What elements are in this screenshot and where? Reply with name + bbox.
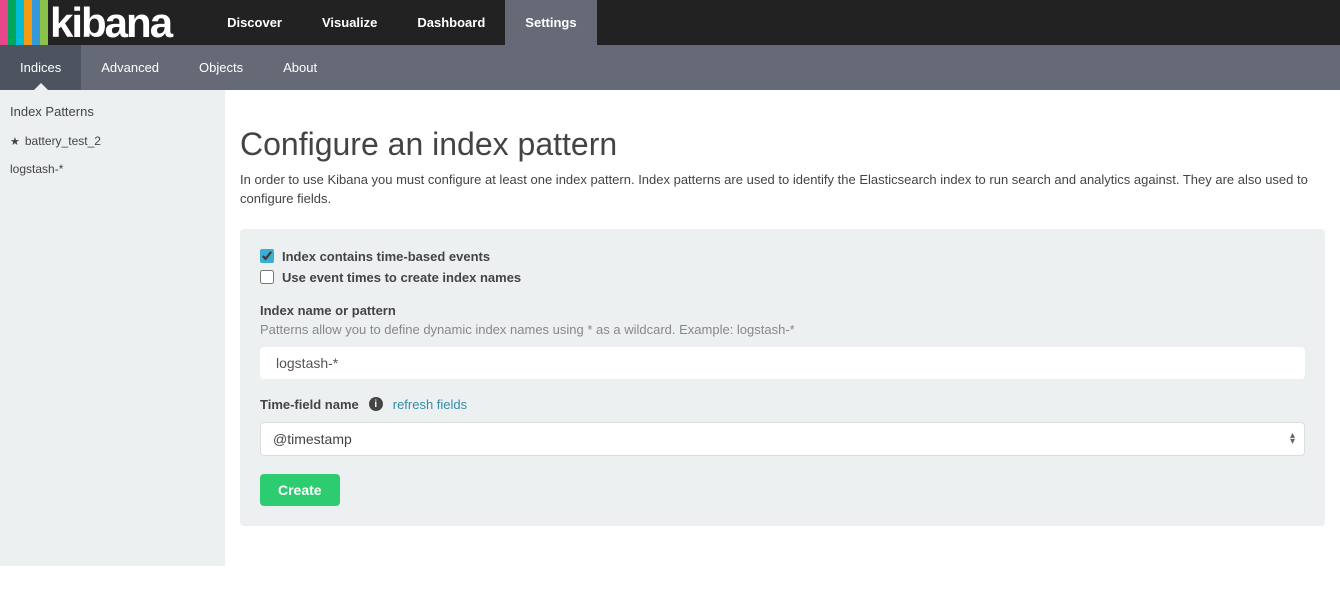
sidebar-item-label: battery_test_2 [25,134,101,148]
logo-bars [0,0,48,45]
subnav-item-indices[interactable]: Indices [0,45,81,90]
indexname-hint: Patterns allow you to define dynamic ind… [260,322,1305,337]
refresh-fields-link[interactable]: refresh fields [393,397,467,412]
top-nav: kibana DiscoverVisualizeDashboardSetting… [0,0,1340,45]
indexname-input[interactable] [260,347,1305,379]
eventtimes-label: Use event times to create index names [282,270,521,285]
topnav-item-settings[interactable]: Settings [505,0,596,45]
sub-nav: IndicesAdvancedObjectsAbout [0,45,1340,90]
sidebar-item[interactable]: ★ battery_test_2 [0,127,225,155]
timebased-checkbox[interactable] [260,249,274,263]
eventtimes-checkbox[interactable] [260,270,274,284]
indexname-label: Index name or pattern [260,303,1305,318]
star-icon: ★ [10,135,20,148]
topnav-item-visualize[interactable]: Visualize [302,0,397,45]
sidebar-header: Index Patterns [0,100,225,127]
subnav-item-advanced[interactable]: Advanced [81,45,179,90]
timefield-select[interactable]: @timestamp [260,422,1305,456]
sidebar-item[interactable]: logstash-* [0,155,225,183]
timefield-label: Time-field name [260,397,359,412]
subnav-item-about[interactable]: About [263,45,337,90]
topnav-item-dashboard[interactable]: Dashboard [397,0,505,45]
page-title: Configure an index pattern [240,126,1325,163]
config-panel: Index contains time-based events Use eve… [240,229,1325,526]
subnav-item-objects[interactable]: Objects [179,45,263,90]
page-description: In order to use Kibana you must configur… [240,171,1325,209]
topnav-item-discover[interactable]: Discover [207,0,302,45]
main-content: Configure an index pattern In order to u… [225,90,1340,566]
sidebar-item-label: logstash-* [10,162,63,176]
create-button[interactable]: Create [260,474,340,506]
logo: kibana [0,0,179,45]
timebased-label: Index contains time-based events [282,249,490,264]
info-icon: i [369,397,383,411]
sidebar: Index Patterns ★ battery_test_2 logstash-* [0,90,225,566]
logo-text: kibana [50,2,171,44]
